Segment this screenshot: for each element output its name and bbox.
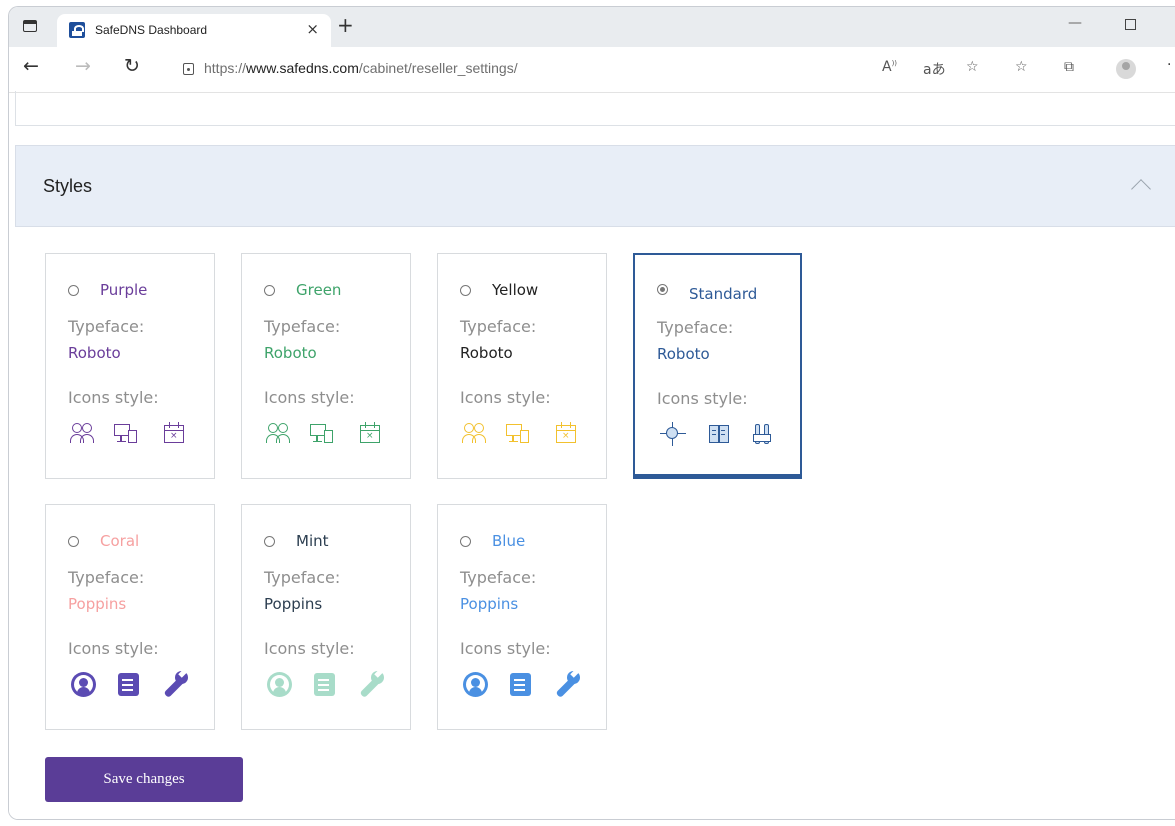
back-arrow-icon[interactable]: ← (23, 55, 39, 77)
icons-style-label: Icons style: (657, 389, 748, 408)
maximize-button[interactable] (1125, 19, 1136, 30)
style-card-yellow[interactable]: Yellow Typeface: Roboto Icons style: × (437, 253, 607, 479)
chevron-up-icon[interactable] (1131, 179, 1151, 199)
typeface-label: Typeface: (68, 568, 145, 587)
typeface-value: Roboto (460, 344, 513, 362)
style-radio[interactable] (460, 285, 471, 296)
typeface-label: Typeface: (68, 317, 145, 336)
wrench-icon (554, 669, 580, 698)
icons-style-label: Icons style: (264, 639, 355, 658)
address-bar[interactable]: https://www.safedns.com/cabinet/reseller… (204, 60, 518, 76)
book-icon (707, 422, 733, 448)
document-icon (312, 672, 338, 698)
url-prefix: https:// (204, 60, 247, 76)
style-radio[interactable] (460, 536, 471, 547)
typeface-label: Typeface: (460, 568, 537, 587)
tab-actions-icon[interactable] (23, 20, 37, 32)
people-icon (70, 421, 96, 447)
user-circle-icon (267, 672, 293, 698)
icons-style-label: Icons style: (264, 388, 355, 407)
devices-icon (310, 421, 336, 447)
previous-panel (15, 91, 1175, 126)
favorites-icon[interactable]: ☆ (1015, 59, 1028, 75)
style-radio[interactable] (657, 284, 668, 295)
forward-arrow-icon[interactable]: → (75, 55, 91, 77)
favorite-add-icon[interactable]: ☆ (966, 59, 979, 75)
style-card-blue[interactable]: Blue Typeface: Poppins Icons style: (437, 504, 607, 730)
typeface-value: Poppins (68, 595, 127, 613)
typeface-label: Typeface: (264, 568, 341, 587)
icons-style-label: Icons style: (68, 639, 159, 658)
tab-title: SafeDNS Dashboard (95, 23, 208, 37)
save-changes-button[interactable]: Save changes (45, 757, 243, 802)
tab-close-icon[interactable]: × (306, 20, 319, 38)
style-name: Purple (100, 281, 148, 299)
style-name: Standard (689, 285, 758, 303)
reload-icon[interactable]: ↻ (124, 55, 140, 77)
style-card-green[interactable]: Green Typeface: Roboto Icons style: × (241, 253, 411, 479)
style-card-standard[interactable]: Standard Typeface: Roboto Icons style: (633, 253, 802, 479)
safedns-favicon-icon (69, 22, 85, 38)
devices-icon (506, 421, 532, 447)
document-icon (508, 672, 534, 698)
style-name: Yellow (492, 281, 539, 299)
typeface-value: Roboto (657, 345, 710, 363)
style-radio[interactable] (68, 285, 79, 296)
calendar-icon: × (554, 421, 580, 447)
style-card-purple[interactable]: Purple Typeface: Roboto Icons style: × (45, 253, 215, 479)
panel-title: Styles (43, 176, 93, 196)
devices-icon (114, 421, 140, 447)
icons-style-label: Icons style: (460, 388, 551, 407)
page-content: Styles Purple Typeface: Roboto Icons sty… (9, 91, 1175, 819)
people-icon (266, 421, 292, 447)
styles-panel-header[interactable]: Styles (15, 145, 1175, 227)
wrench-icon (162, 669, 188, 698)
typeface-label: Typeface: (264, 317, 341, 336)
style-card-mint[interactable]: Mint Typeface: Poppins Icons style: (241, 504, 411, 730)
translate-icon[interactable]: aあ (923, 59, 946, 79)
style-name: Green (296, 281, 342, 299)
browser-window: SafeDNS Dashboard × + — ← → ↻ https://ww… (8, 6, 1175, 820)
document-icon (116, 672, 142, 698)
collections-icon[interactable]: ⧉ (1064, 59, 1074, 75)
style-radio[interactable] (264, 285, 275, 296)
tools-icon (751, 422, 777, 448)
address-toolbar: ← → ↻ https://www.safedns.com/cabinet/re… (9, 47, 1175, 93)
icons-style-label: Icons style: (460, 639, 551, 658)
people-icon (462, 421, 488, 447)
typeface-value: Roboto (68, 344, 121, 362)
style-card-coral[interactable]: Coral Typeface: Poppins Icons style: (45, 504, 215, 730)
read-aloud-icon[interactable]: A)) (882, 59, 897, 75)
url-host: www.safedns.com (246, 60, 359, 76)
typeface-label: Typeface: (657, 318, 734, 337)
more-icon[interactable]: · (1167, 57, 1171, 73)
browser-tab[interactable]: SafeDNS Dashboard × (57, 14, 331, 47)
wrench-icon (358, 669, 384, 698)
style-radio[interactable] (68, 536, 79, 547)
new-tab-button[interactable]: + (337, 13, 354, 37)
style-name: Blue (492, 532, 526, 550)
calendar-icon: × (358, 421, 384, 447)
site-info-icon[interactable] (183, 63, 194, 75)
typeface-label: Typeface: (460, 317, 537, 336)
user-circle-icon (71, 672, 97, 698)
style-radio[interactable] (264, 536, 275, 547)
url-path: /cabinet/reseller_settings/ (358, 60, 518, 76)
calendar-icon: × (162, 421, 188, 447)
style-name: Mint (296, 532, 329, 550)
title-bar: SafeDNS Dashboard × + — (9, 7, 1175, 47)
style-name: Coral (100, 532, 140, 550)
typeface-value: Poppins (264, 595, 323, 613)
icons-style-label: Icons style: (68, 388, 159, 407)
network-icon (660, 422, 686, 448)
minimize-button[interactable]: — (1068, 15, 1082, 31)
user-circle-icon (463, 672, 489, 698)
profile-avatar[interactable] (1116, 59, 1136, 79)
typeface-value: Roboto (264, 344, 317, 362)
typeface-value: Poppins (460, 595, 519, 613)
